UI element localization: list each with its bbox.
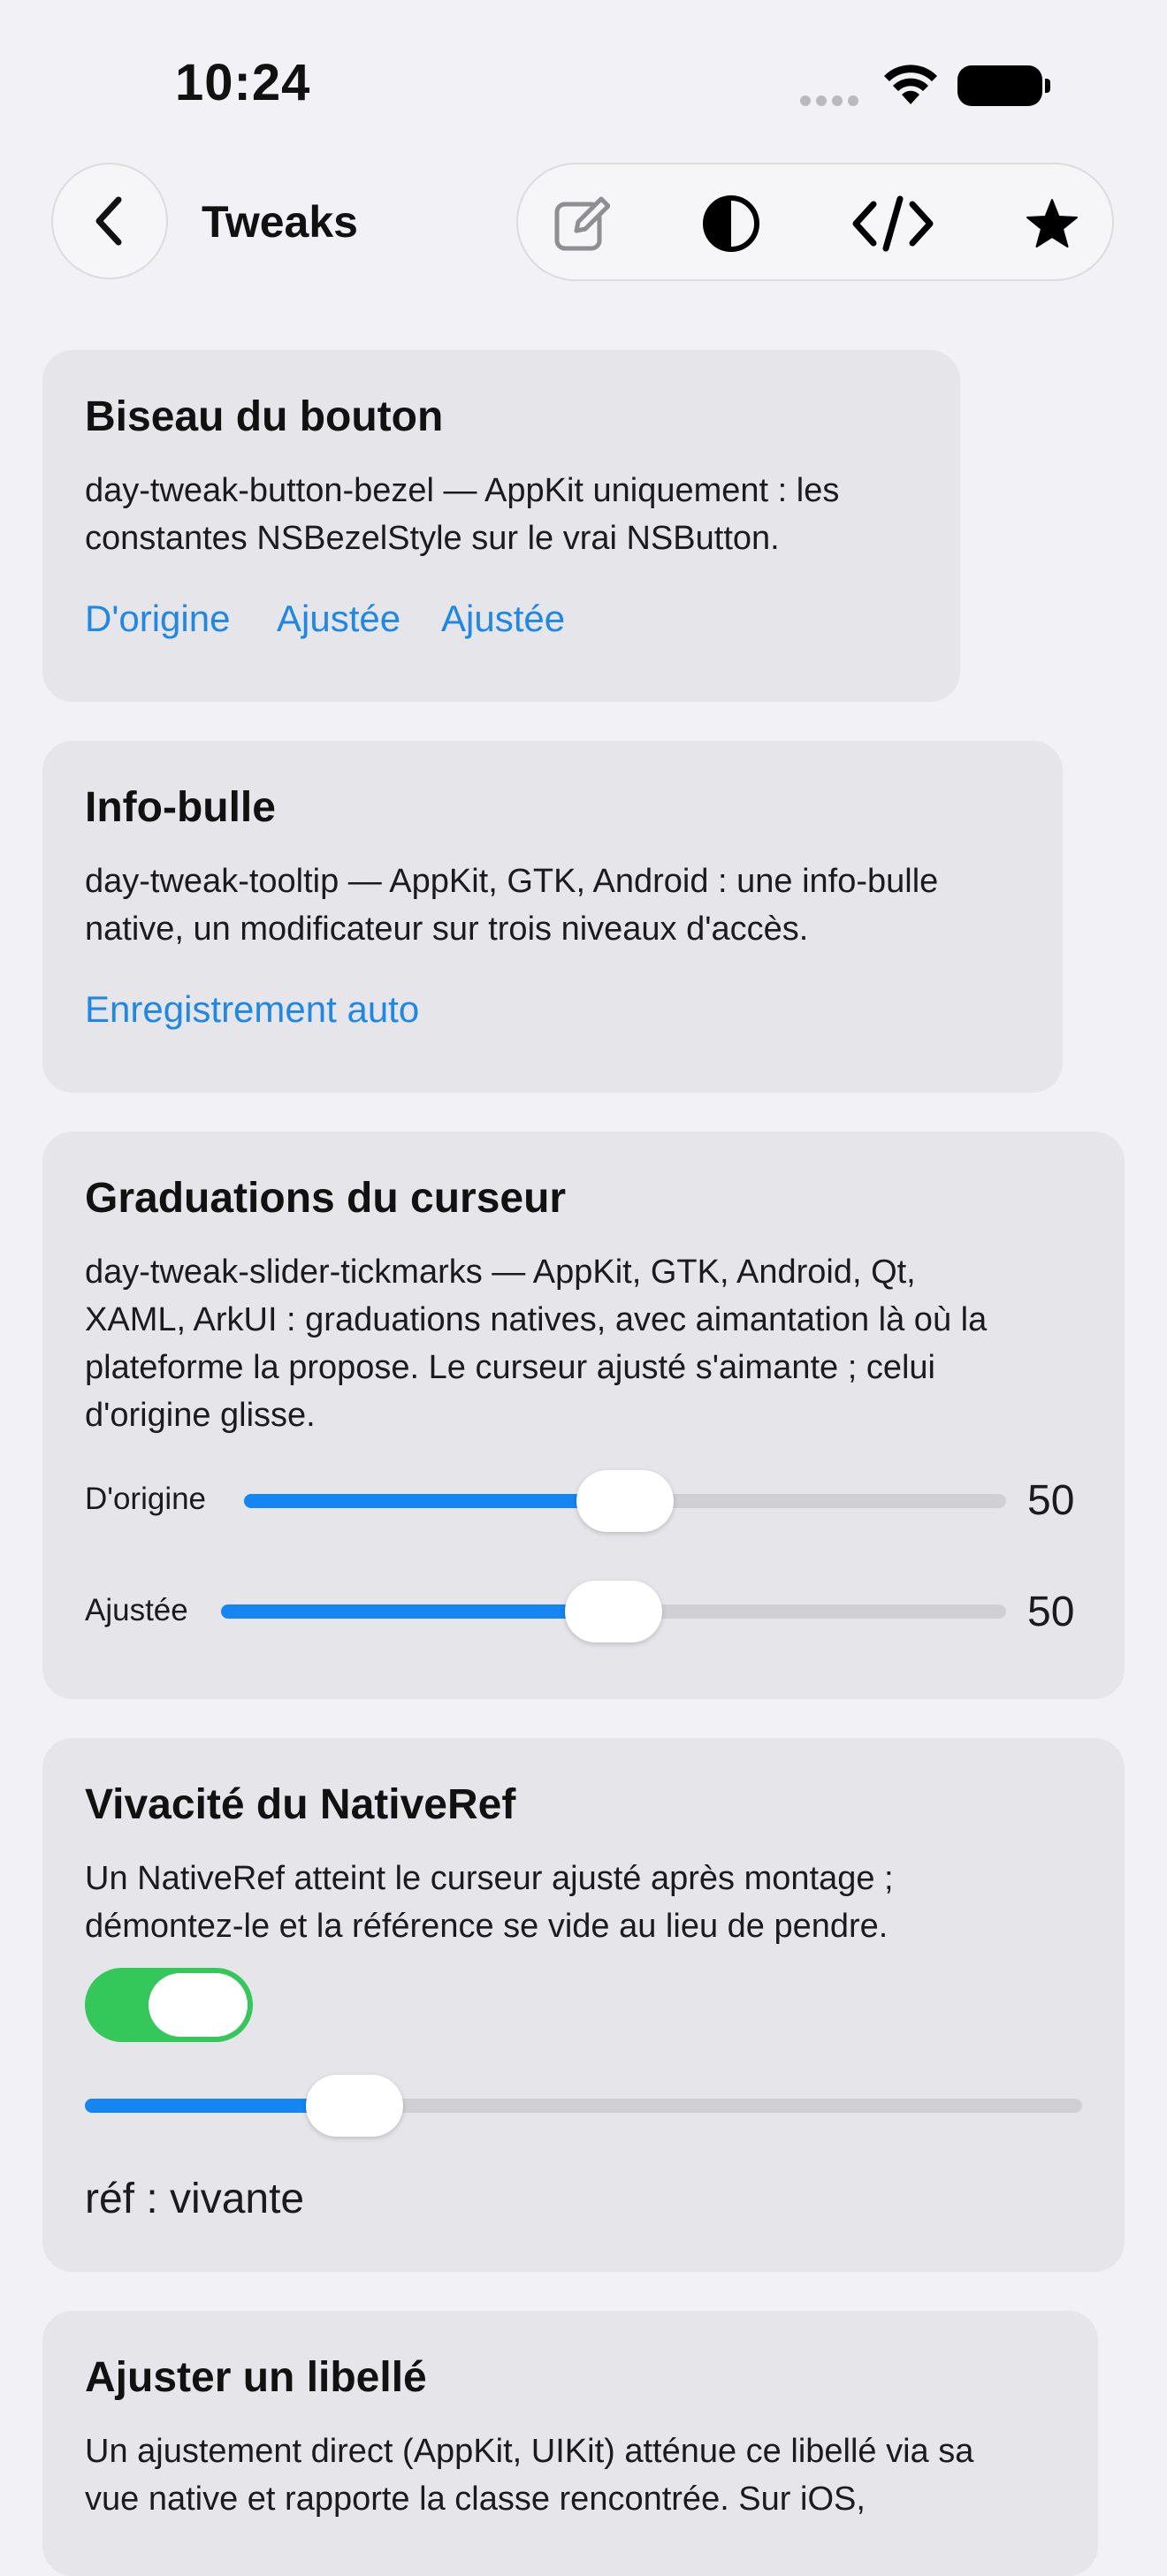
bezel-original-link[interactable]: D'origine: [85, 598, 230, 640]
autosave-link[interactable]: Enregistrement auto: [85, 988, 419, 1031]
slider-fill: [221, 1604, 614, 1619]
slider-value-adjusted: 50: [1027, 1589, 1075, 1635]
nativeref-toggle[interactable]: [85, 1968, 253, 2042]
bezel-adjusted-link-2[interactable]: Ajustée: [441, 598, 565, 640]
card-description: day-tweak-tooltip — AppKit, GTK, Android…: [85, 863, 939, 948]
card-description: day-tweak-button-bezel — AppKit uniqueme…: [85, 472, 840, 557]
slider-adjusted[interactable]: [221, 1581, 1006, 1642]
card-description: day-tweak-slider-tickmarks — AppKit, GTK…: [85, 1254, 988, 1434]
status-time: 10:24: [175, 54, 311, 111]
card-button-bezel: Biseau du bouton day-tweak-button-bezel …: [42, 350, 960, 702]
card-title: Graduations du curseur: [85, 1175, 567, 1222]
card-title: Info-bulle: [85, 784, 276, 831]
card-slider-tickmarks: Graduations du curseur day-tweak-slider-…: [42, 1132, 1125, 1699]
ref-status: réf : vivante: [85, 2176, 305, 2222]
card-title: Biseau du bouton: [85, 393, 444, 440]
card-title: Ajuster un libellé: [85, 2354, 427, 2401]
compose-button[interactable]: [529, 166, 635, 281]
cellular-signal-icon: [800, 95, 858, 106]
code-button[interactable]: [840, 166, 946, 281]
slider-original[interactable]: [244, 1470, 1006, 1532]
chevron-left-icon: [95, 196, 122, 246]
slider-fill: [244, 1494, 625, 1508]
wifi-icon: [884, 65, 937, 104]
page-title: Tweaks: [202, 197, 358, 247]
card-description: Un ajustement direct (AppKit, UIKit) att…: [85, 2433, 974, 2518]
slider-value-original: 50: [1027, 1477, 1075, 1524]
slider-label-original: D'origine: [85, 1482, 207, 1516]
star-icon: [1026, 199, 1078, 248]
slider-thumb[interactable]: [565, 1581, 662, 1642]
card-adjust-label: Ajuster un libellé Un ajustement direct …: [42, 2311, 1098, 2576]
contrast-button[interactable]: [678, 166, 784, 281]
status-bar: 10:24: [0, 0, 1167, 168]
card-title: Vivacité du NativeRef: [85, 1781, 516, 1828]
bezel-adjusted-link[interactable]: Ajustée: [277, 598, 400, 640]
nativeref-slider[interactable]: [85, 2075, 1082, 2137]
code-icon: [852, 195, 934, 252]
card-description: Un NativeRef atteint le curseur ajusté a…: [85, 1860, 894, 1945]
contrast-icon: [703, 195, 759, 252]
battery-icon: [957, 65, 1050, 106]
card-tooltip: Info-bulle day-tweak-tooltip — AppKit, G…: [42, 741, 1063, 1093]
card-nativeref: Vivacité du NativeRef Un NativeRef attei…: [42, 1738, 1125, 2272]
back-button[interactable]: [51, 163, 168, 279]
slider-label-adjusted: Ajustée: [85, 1593, 188, 1627]
toggle-knob: [149, 1973, 248, 2037]
slider-thumb[interactable]: [305, 2075, 403, 2137]
favorite-button[interactable]: [999, 166, 1105, 281]
compose-icon: [554, 196, 610, 251]
slider-thumb[interactable]: [576, 1470, 674, 1532]
